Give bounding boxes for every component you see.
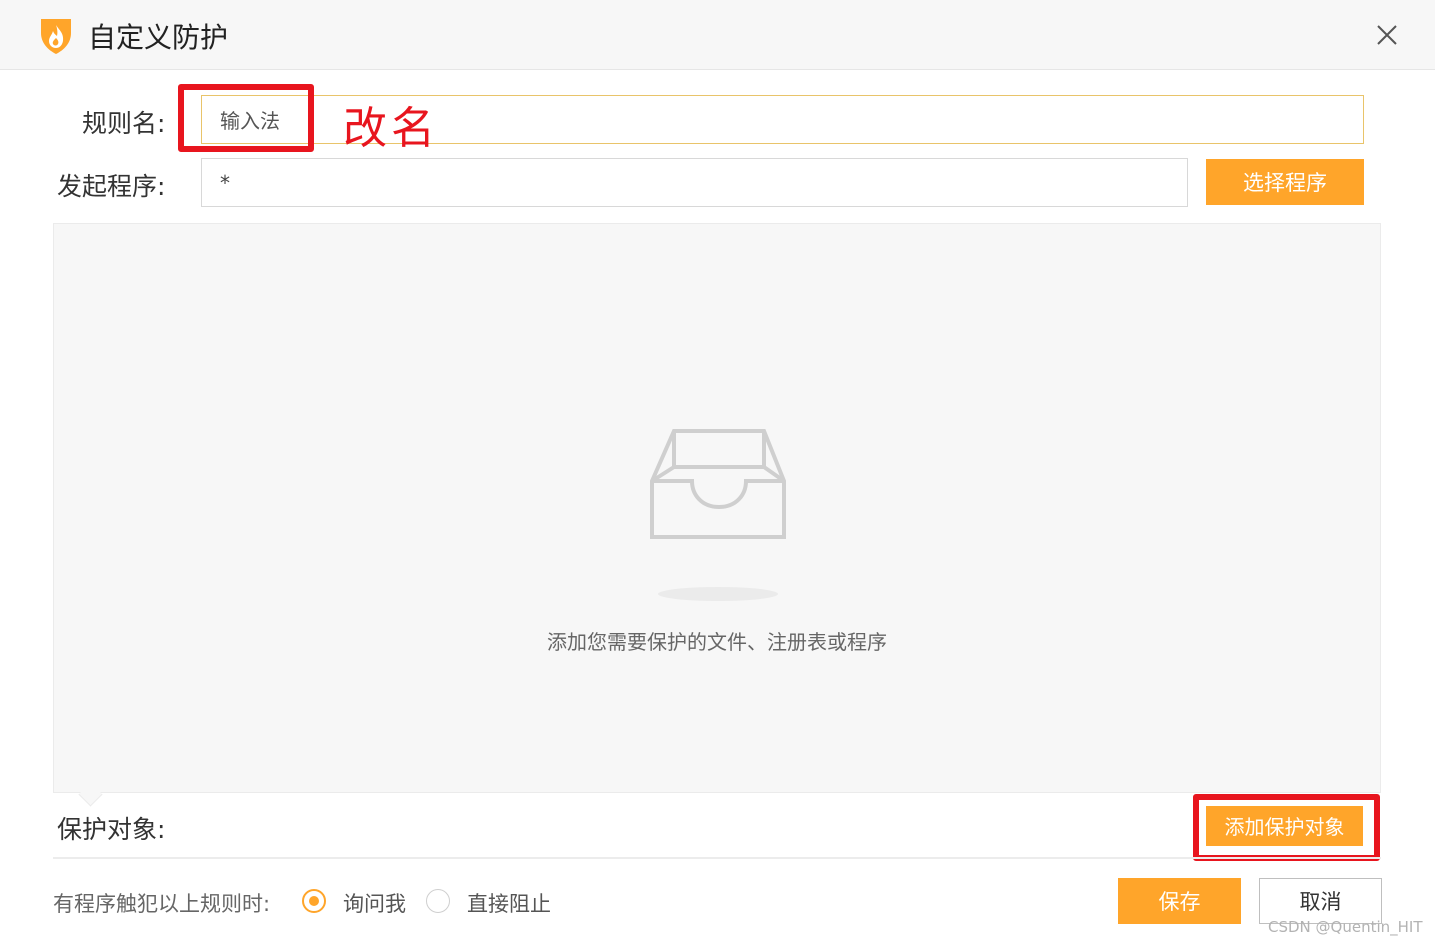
launcher-label: 发起程序: <box>57 172 166 201</box>
radio-block-label[interactable]: 直接阻止 <box>467 888 551 918</box>
rule-name-label: 规则名: <box>82 109 166 138</box>
protect-objects-label: 保护对象: <box>57 815 166 844</box>
radio-block[interactable] <box>426 889 450 913</box>
radio-ask-me-label[interactable]: 询问我 <box>343 888 406 918</box>
trigger-label: 有程序触犯以上规则时: <box>53 892 271 916</box>
save-button[interactable]: 保存 <box>1118 878 1241 924</box>
empty-state-message: 添加您需要保护的文件、注册表或程序 <box>547 630 887 654</box>
window-title: 自定义防护 <box>88 21 229 54</box>
divider <box>53 857 1381 859</box>
rename-highlight-box <box>178 84 314 152</box>
shield-flame-logo-icon <box>41 19 71 54</box>
rename-annotation: 改名 <box>343 103 439 154</box>
launcher-input[interactable] <box>201 158 1188 207</box>
protected-objects-panel: 添加您需要保护的文件、注册表或程序 <box>53 223 1381 793</box>
select-program-button[interactable]: 选择程序 <box>1206 159 1364 205</box>
close-icon[interactable] <box>1372 20 1402 50</box>
icon-shadow <box>658 587 778 601</box>
radio-ask-me[interactable] <box>302 889 326 913</box>
inbox-icon <box>650 429 786 539</box>
title-bar: 自定义防护 <box>0 0 1435 70</box>
add-button-highlight-box <box>1193 794 1380 861</box>
watermark: CSDN @Quentin_HIT <box>1268 918 1423 936</box>
